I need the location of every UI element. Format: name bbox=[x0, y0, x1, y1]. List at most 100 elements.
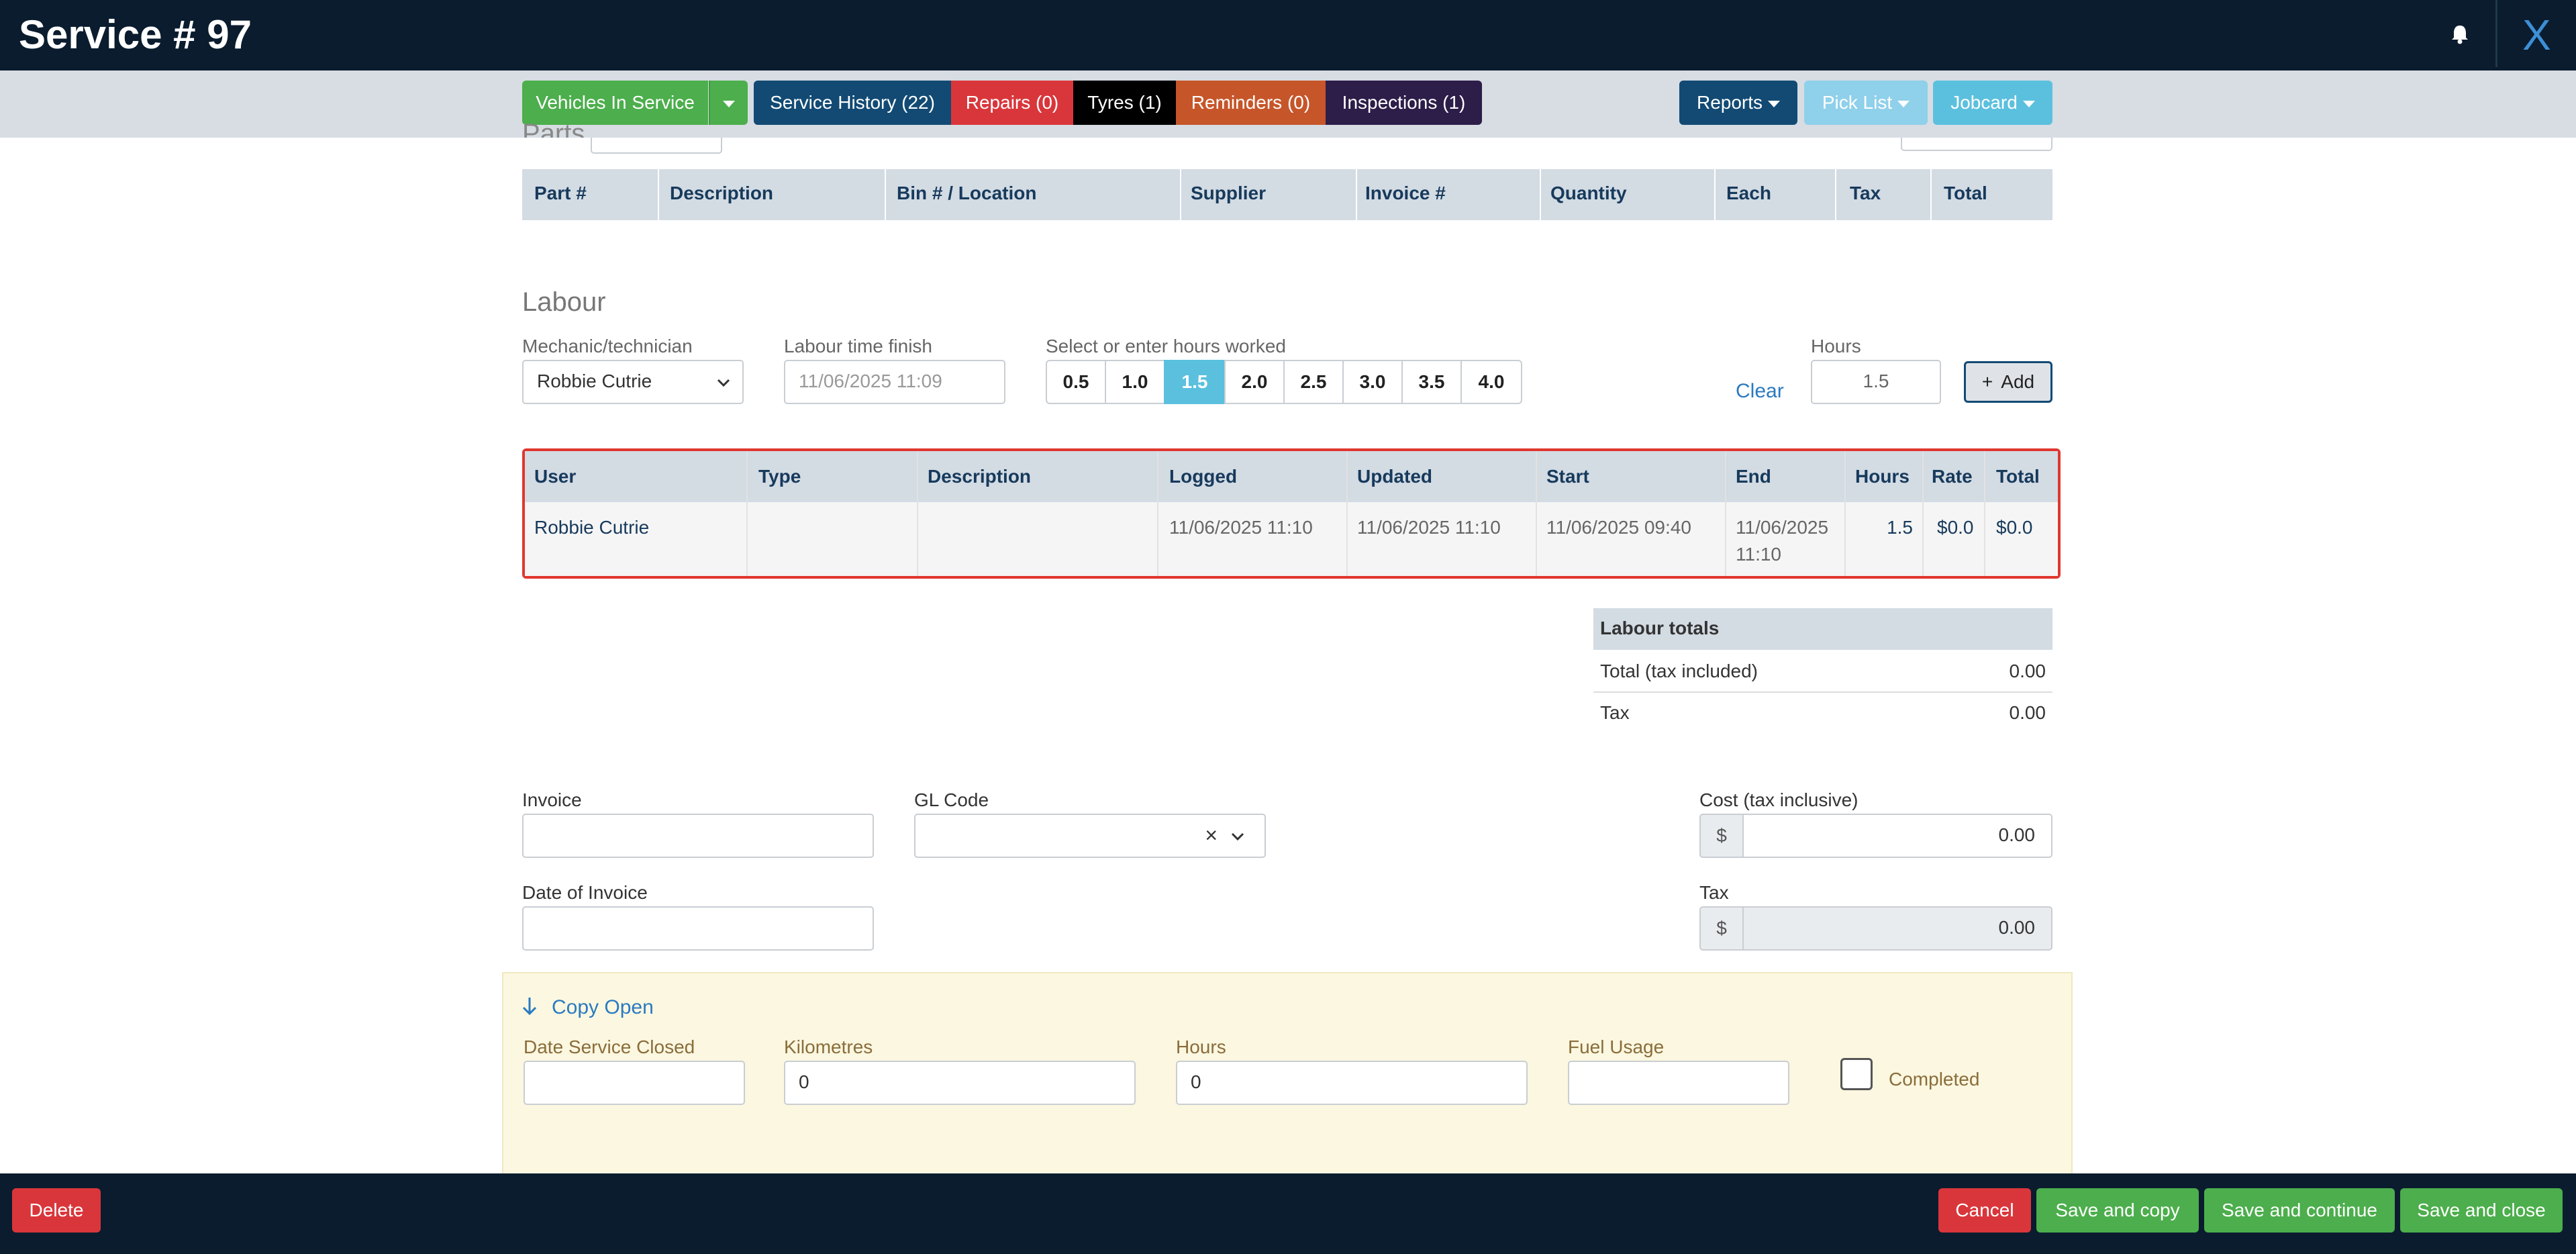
hour-option-3-5[interactable]: 3.5 bbox=[1401, 360, 1462, 404]
copy-open-link[interactable]: Copy Open bbox=[552, 996, 654, 1019]
cancel-button[interactable]: Cancel bbox=[1938, 1188, 2031, 1233]
date-service-closed-input[interactable] bbox=[524, 1061, 745, 1105]
invoice-input[interactable] bbox=[522, 814, 874, 858]
parts-col-divider bbox=[1540, 169, 1541, 220]
parts-col-divider bbox=[1930, 169, 1932, 220]
labour-totals-total-label: Total (tax included) bbox=[1600, 661, 1758, 681]
jobcard-dropdown[interactable]: Jobcard bbox=[1933, 81, 2052, 125]
cost-prefix: $ bbox=[1699, 814, 1744, 858]
close-button[interactable]: X bbox=[2522, 8, 2551, 62]
hours-select-label: Select or enter hours worked bbox=[1046, 336, 1286, 356]
mechanic-value: Robbie Cutrie bbox=[537, 371, 652, 391]
service-history-label: Service History (22) bbox=[770, 92, 935, 113]
fuel-usage-label: Fuel Usage bbox=[1568, 1036, 1665, 1057]
hours-label: Hours bbox=[1811, 336, 1861, 356]
labour-table-header bbox=[525, 451, 2058, 502]
labour-col-divider bbox=[1536, 451, 1537, 576]
parts-col-divider bbox=[1180, 169, 1181, 220]
plus-icon: + bbox=[1981, 371, 1993, 392]
dollar-sign: $ bbox=[1716, 825, 1727, 846]
labour-cell-end-time: 11:10 bbox=[1736, 544, 1781, 565]
top-bar bbox=[0, 0, 2576, 70]
date-of-invoice-input[interactable] bbox=[522, 906, 874, 951]
tyres-label: Tyres (1) bbox=[1087, 92, 1162, 113]
parts-col-quantity: Quantity bbox=[1550, 183, 1627, 203]
tax-input: 0.00 bbox=[1742, 906, 2052, 951]
clear-icon[interactable]: × bbox=[1205, 815, 1218, 855]
parts-col-divider bbox=[658, 169, 659, 220]
hour-option-1-5[interactable]: 1.5 bbox=[1164, 360, 1226, 404]
labour-col-divider bbox=[1922, 451, 1924, 576]
labour-table-row[interactable] bbox=[525, 502, 2058, 576]
completed-checkbox[interactable] bbox=[1840, 1058, 1873, 1090]
inspections-label: Inspections (1) bbox=[1342, 92, 1466, 113]
hour-option-4-0[interactable]: 4.0 bbox=[1460, 360, 1522, 404]
cost-value: 0.00 bbox=[1998, 824, 2036, 845]
hour-option-2-0[interactable]: 2.0 bbox=[1224, 360, 1285, 404]
add-labour-button[interactable]: + Add bbox=[1964, 361, 2052, 403]
gl-code-label: GL Code bbox=[914, 789, 989, 810]
labour-cell-end: 11/06/2025 bbox=[1736, 517, 1829, 538]
reminders-tab[interactable]: Reminders (0) bbox=[1176, 81, 1326, 125]
labour-col-updated: Updated bbox=[1357, 466, 1432, 487]
save-and-continue-button[interactable]: Save and continue bbox=[2204, 1188, 2395, 1233]
add-label: Add bbox=[2001, 371, 2035, 392]
labour-col-total: Total bbox=[1996, 466, 2040, 487]
chevron-down-icon bbox=[1231, 832, 1244, 841]
kilometres-label: Kilometres bbox=[784, 1036, 873, 1057]
parts-col-invoice: Invoice # bbox=[1365, 183, 1446, 203]
hour-option-0-5[interactable]: 0.5 bbox=[1046, 360, 1106, 404]
hour-option-2-5[interactable]: 2.5 bbox=[1283, 360, 1344, 404]
close-hours-input[interactable]: 0 bbox=[1176, 1061, 1528, 1105]
caret-down-icon bbox=[2022, 100, 2035, 107]
parts-col-bin: Bin # / Location bbox=[897, 183, 1037, 203]
labour-col-divider bbox=[1984, 451, 1985, 576]
labour-totals-tax-label: Tax bbox=[1600, 702, 1630, 723]
labour-cell-logged: 11/06/2025 11:10 bbox=[1169, 517, 1313, 538]
labour-col-description: Description bbox=[928, 466, 1032, 487]
fuel-usage-input[interactable] bbox=[1568, 1061, 1789, 1105]
labour-totals-title: Labour totals bbox=[1600, 618, 1720, 638]
hour-option-3-0[interactable]: 3.0 bbox=[1342, 360, 1403, 404]
repairs-label: Repairs (0) bbox=[965, 92, 1059, 113]
labour-col-divider bbox=[746, 451, 748, 576]
tyres-tab[interactable]: Tyres (1) bbox=[1073, 81, 1176, 125]
hour-option-1-0[interactable]: 1.0 bbox=[1105, 360, 1165, 404]
parts-filter-input[interactable] bbox=[591, 138, 722, 154]
labour-col-end: End bbox=[1736, 466, 1771, 487]
labour-cell-rate: $0.0 bbox=[1937, 517, 1974, 538]
hours-input[interactable]: 1.5 bbox=[1811, 360, 1941, 404]
labour-section-title: Labour bbox=[522, 287, 606, 317]
save-and-copy-button[interactable]: Save and copy bbox=[2036, 1188, 2199, 1233]
chevron-down-icon bbox=[717, 379, 730, 387]
reports-dropdown[interactable]: Reports bbox=[1679, 81, 1797, 125]
service-history-tab[interactable]: Service History (22) bbox=[754, 81, 951, 125]
reports-label: Reports bbox=[1696, 92, 1763, 113]
parts-col-divider bbox=[1356, 169, 1357, 220]
delete-button[interactable]: Delete bbox=[12, 1188, 101, 1233]
mechanic-select[interactable]: Robbie Cutrie bbox=[522, 360, 744, 404]
vehicles-dropdown-toggle[interactable] bbox=[709, 81, 748, 125]
inspections-tab[interactable]: Inspections (1) bbox=[1326, 81, 1482, 125]
pick-list-dropdown[interactable]: Pick List bbox=[1804, 81, 1928, 125]
caret-down-icon bbox=[1897, 100, 1910, 107]
labour-cell-user: Robbie Cutrie bbox=[534, 517, 650, 538]
topbar-divider bbox=[2495, 0, 2497, 67]
save-and-close-button[interactable]: Save and close bbox=[2400, 1188, 2563, 1233]
cost-input[interactable]: 0.00 bbox=[1742, 814, 2052, 858]
invoice-label: Invoice bbox=[522, 789, 582, 810]
clear-link[interactable]: Clear bbox=[1736, 380, 1784, 403]
close-hours-value: 0 bbox=[1191, 1071, 1201, 1092]
labour-col-type: Type bbox=[758, 466, 801, 487]
parts-add-input[interactable] bbox=[1901, 138, 2052, 151]
reminders-label: Reminders (0) bbox=[1191, 92, 1311, 113]
gl-code-select[interactable]: × bbox=[914, 814, 1266, 858]
labour-col-user: User bbox=[534, 466, 577, 487]
completed-label: Completed bbox=[1889, 1069, 1980, 1090]
labour-finish-input[interactable]: 11/06/2025 11:09 bbox=[784, 360, 1005, 404]
cost-label: Cost (tax inclusive) bbox=[1699, 789, 1859, 810]
labour-col-divider bbox=[1346, 451, 1348, 576]
kilometres-input[interactable]: 0 bbox=[784, 1061, 1136, 1105]
bell-icon[interactable] bbox=[2446, 20, 2473, 47]
repairs-tab[interactable]: Repairs (0) bbox=[951, 81, 1073, 125]
